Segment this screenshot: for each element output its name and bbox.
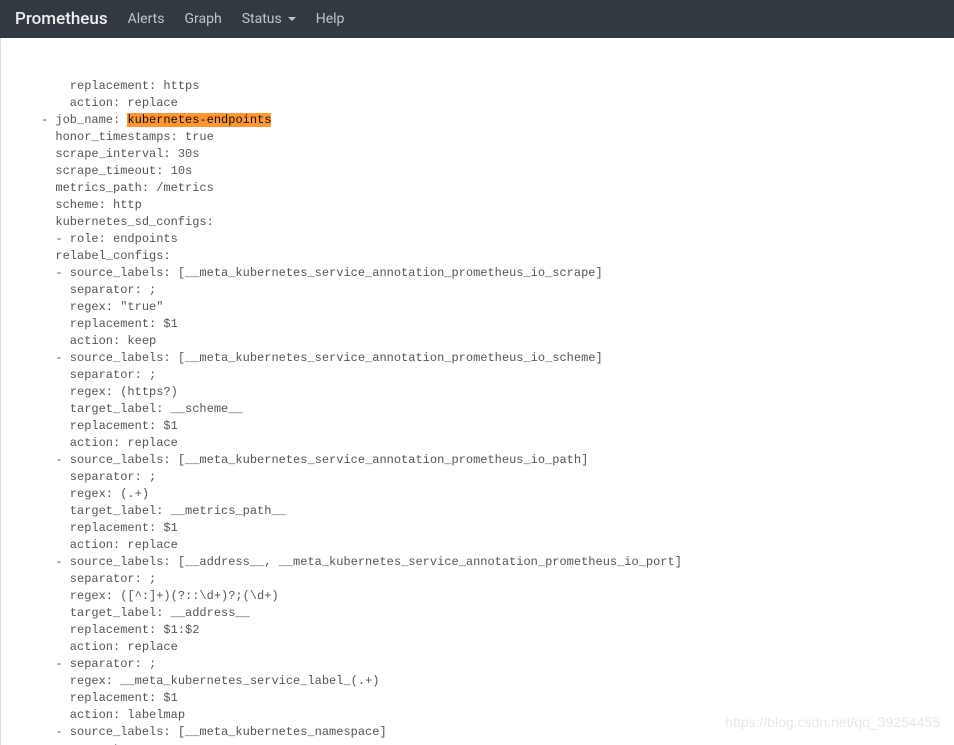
- config-line: action: replace: [27, 537, 954, 554]
- config-line: separator: ;: [27, 469, 954, 486]
- config-line: - source_labels: [__meta_kubernetes_serv…: [27, 265, 954, 282]
- config-line: target_label: __address__: [27, 605, 954, 622]
- config-line: action: labelmap: [27, 707, 954, 724]
- config-line: separator: ;: [27, 367, 954, 384]
- config-line: replacement: $1: [27, 316, 954, 333]
- config-viewer: replacement: https action: replace- job_…: [0, 38, 954, 745]
- config-line: regex: "true": [27, 299, 954, 316]
- config-line: - role: endpoints: [27, 231, 954, 248]
- config-line: kubernetes_sd_configs:: [27, 214, 954, 231]
- config-line: scheme: http: [27, 197, 954, 214]
- nav-status[interactable]: Status: [242, 11, 296, 27]
- config-line: action: keep: [27, 333, 954, 350]
- nav-help[interactable]: Help: [316, 11, 345, 27]
- config-line: target_label: __scheme__: [27, 401, 954, 418]
- config-line: replacement: https: [27, 78, 954, 95]
- nav-status-label: Status: [242, 11, 282, 27]
- config-lines-container: replacement: https action: replace- job_…: [27, 78, 954, 745]
- config-line: scrape_timeout: 10s: [27, 163, 954, 180]
- config-line: replacement: $1: [27, 690, 954, 707]
- nav-graph-label: Graph: [184, 11, 221, 27]
- config-line: - job_name: kubernetes-endpoints: [27, 112, 954, 129]
- config-line: - source_labels: [__address__, __meta_ku…: [27, 554, 954, 571]
- nav-alerts[interactable]: Alerts: [128, 11, 165, 27]
- config-line: scrape_interval: 30s: [27, 146, 954, 163]
- config-line: - source_labels: [__meta_kubernetes_name…: [27, 724, 954, 741]
- config-line: honor_timestamps: true: [27, 129, 954, 146]
- config-line: regex: (.+): [27, 486, 954, 503]
- nav-graph[interactable]: Graph: [184, 11, 221, 27]
- nav-alerts-label: Alerts: [128, 11, 165, 27]
- config-line: action: replace: [27, 95, 954, 112]
- config-line: target_label: __metrics_path__: [27, 503, 954, 520]
- nav-help-label: Help: [316, 11, 345, 27]
- config-line: - source_labels: [__meta_kubernetes_serv…: [27, 350, 954, 367]
- config-line: regex: __meta_kubernetes_service_label_(…: [27, 673, 954, 690]
- highlighted-text: kubernetes-endpoints: [127, 113, 271, 127]
- config-line: action: replace: [27, 435, 954, 452]
- config-line: - source_labels: [__meta_kubernetes_serv…: [27, 452, 954, 469]
- config-line: replacement: $1: [27, 418, 954, 435]
- config-line: metrics_path: /metrics: [27, 180, 954, 197]
- chevron-down-icon: [288, 17, 296, 21]
- config-line: separator: ;: [27, 571, 954, 588]
- config-line: regex: (https?): [27, 384, 954, 401]
- config-line: separator: ;: [27, 282, 954, 299]
- config-line: relabel_configs:: [27, 248, 954, 265]
- config-line: action: replace: [27, 639, 954, 656]
- config-line: separator: ;: [27, 741, 954, 745]
- config-line: replacement: $1: [27, 520, 954, 537]
- brand-logo[interactable]: Prometheus: [15, 9, 108, 29]
- config-line: replacement: $1:$2: [27, 622, 954, 639]
- config-line: regex: ([^:]+)(?::\d+)?;(\d+): [27, 588, 954, 605]
- config-line: - separator: ;: [27, 656, 954, 673]
- navbar: Prometheus Alerts Graph Status Help: [0, 0, 954, 38]
